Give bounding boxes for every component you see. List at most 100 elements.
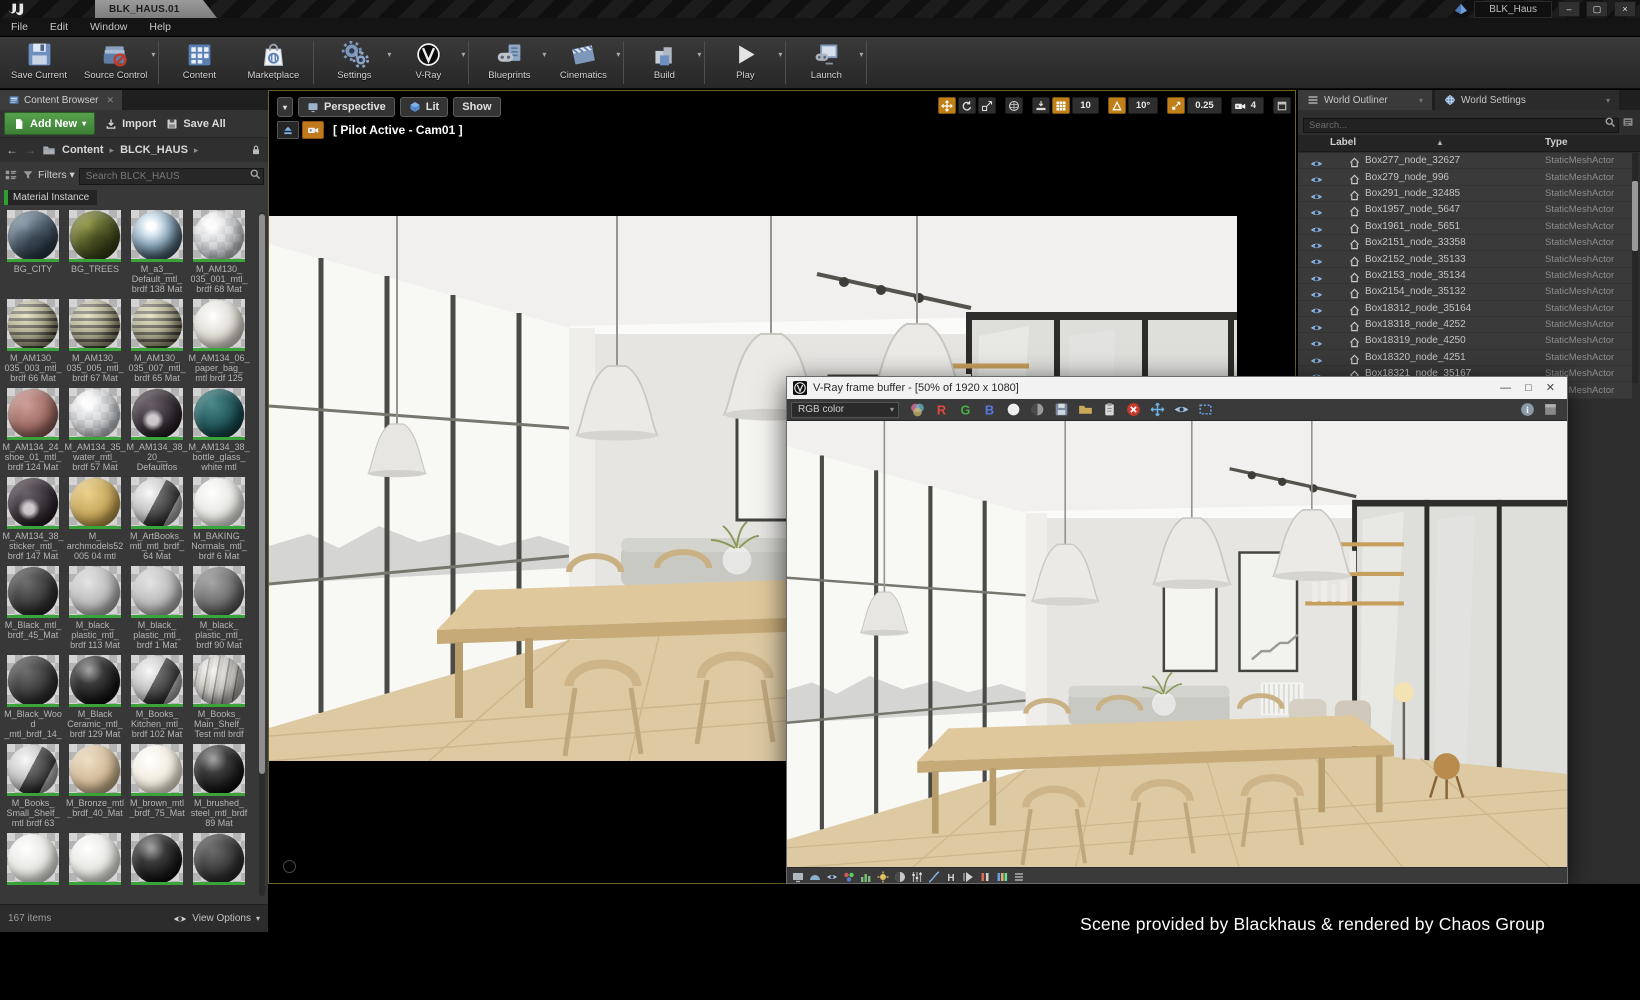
vfb-minimize-button[interactable]: — — [1500, 377, 1511, 399]
visibility-eye-icon[interactable] — [1310, 336, 1323, 346]
asset-search-input[interactable] — [79, 168, 264, 185]
outliner-row[interactable]: Box1961_node_5651StaticMeshActor — [1298, 219, 1632, 235]
visibility-eye-icon[interactable] — [1310, 320, 1323, 330]
outliner-row[interactable]: Box277_node_32627StaticMeshActor — [1298, 153, 1632, 169]
outliner-row[interactable]: Box18320_node_4251StaticMeshActor — [1298, 350, 1632, 366]
isolate-select-button[interactable] — [1173, 401, 1190, 418]
material-instance-filter-chip[interactable]: Material Instance — [4, 190, 97, 205]
palette-icon[interactable] — [843, 870, 855, 882]
material-asset-tile[interactable]: M_Bronze_mtl _brdf_40_Mat — [65, 744, 125, 833]
green-channel-button[interactable]: G — [957, 401, 974, 418]
levels-icon[interactable] — [911, 870, 923, 882]
pilot-camera-button[interactable] — [302, 121, 324, 139]
forward-arrow-icon[interactable]: → — [24, 143, 36, 157]
info-button[interactable]: i — [1519, 401, 1536, 418]
material-asset-tile[interactable]: M_ArtBooks_ mtl_mtl_brdf_ 64 Mat — [127, 477, 187, 566]
clear-image-button[interactable] — [1125, 401, 1142, 418]
level-tab[interactable]: BLK_HAUS.01 — [95, 0, 217, 18]
rotate-tool-button[interactable] — [958, 97, 976, 114]
breadcrumb-content[interactable]: Content — [62, 144, 104, 156]
material-asset-tile[interactable]: M_AM130_ 035_005_mtl_ brdf 67 Mat — [65, 299, 125, 388]
sort-ascending-icon[interactable]: ▲ — [1436, 138, 1444, 147]
material-asset-tile[interactable]: M_Books_ Small_Shelf_ mtl brdf 63 — [3, 744, 63, 833]
grid-snap-value[interactable]: 10 — [1072, 97, 1099, 114]
label-column-header[interactable]: Label — [1330, 137, 1356, 148]
breadcrumb-folder[interactable]: BLCK_HAUS — [120, 144, 188, 156]
rotation-snap-value[interactable]: 10° — [1128, 97, 1158, 114]
follow-mouse-button[interactable] — [1149, 401, 1166, 418]
toolbar-launch-button[interactable]: ▾Launch — [789, 37, 863, 88]
screen-icon[interactable] — [792, 870, 804, 882]
exposure-icon[interactable] — [877, 870, 889, 882]
outliner-row[interactable]: Box291_node_32485StaticMeshActor — [1298, 186, 1632, 202]
save-image-button[interactable] — [1053, 401, 1070, 418]
visibility-eye-icon[interactable] — [1310, 205, 1323, 215]
material-asset-tile[interactable]: M_Books_ Main_Shelf_ Test mtl brdf — [189, 655, 249, 744]
material-asset-tile[interactable]: M_AM134_38_ bottle_glass_ white mtl — [189, 388, 249, 477]
material-asset-tile[interactable]: M_BAKING_ Normals_mtl_ brdf 6 Mat — [189, 477, 249, 566]
menu-edit[interactable]: Edit — [39, 21, 79, 33]
toolbar-play-button[interactable]: ▾Play — [708, 37, 782, 88]
material-asset-tile[interactable]: M_Black_mtl_ brdf_45_Mat — [3, 566, 63, 655]
visibility-eye-icon[interactable] — [1310, 287, 1323, 297]
camera-speed-button[interactable]: 4 — [1231, 97, 1264, 114]
toolbar-marketplace-button[interactable]: Marketplace — [236, 37, 310, 88]
lock-icon[interactable] — [250, 144, 262, 156]
back-arrow-icon[interactable]: ← — [6, 143, 18, 157]
visibility-eye-icon[interactable] — [1310, 238, 1323, 248]
vfb-maximize-button[interactable]: □ — [1525, 377, 1532, 399]
translate-tool-button[interactable] — [938, 97, 956, 114]
outliner-row[interactable]: Box2152_node_35133StaticMeshActor — [1298, 251, 1632, 267]
maximize-viewport-button[interactable] — [1273, 97, 1291, 114]
outliner-options-icon[interactable] — [1622, 116, 1634, 128]
scale-snap-value[interactable]: 0.25 — [1187, 97, 1222, 114]
tab-world-settings[interactable]: World Settings ▾ — [1435, 90, 1619, 110]
stop-piloting-button[interactable] — [277, 121, 299, 139]
outliner-row[interactable]: Box279_node_996StaticMeshActor — [1298, 169, 1632, 185]
curve-icon[interactable] — [928, 870, 940, 882]
scale-tool-button[interactable] — [978, 97, 996, 114]
view-options-button[interactable]: View Options ▾ — [173, 912, 260, 926]
outliner-search-input[interactable] — [1303, 118, 1619, 133]
blue-channel-button[interactable]: B — [981, 401, 998, 418]
asset-view-icon[interactable] — [4, 168, 18, 182]
material-asset-tile[interactable]: M_ archmodels52 005 04 mtl — [65, 477, 125, 566]
monochrome-button[interactable] — [1029, 401, 1046, 418]
toolbar-v-ray-button[interactable]: ▾V-Ray — [391, 37, 465, 88]
material-asset-tile[interactable]: M_AM134_24_ shoe_01_mtl_ brdf 124 Mat — [3, 388, 63, 477]
material-asset-tile[interactable]: M_AM130_ 035_003_mtl_ brdf 66 Mat — [3, 299, 63, 388]
copy-image-button[interactable] — [1101, 401, 1118, 418]
material-asset-tile[interactable]: M_AM134_38_ sticker_mtl_ brdf 147 Mat — [3, 477, 63, 566]
surface-snap-button[interactable] — [1032, 97, 1050, 114]
region-render-button[interactable] — [1197, 401, 1214, 418]
toolbar-content-button[interactable]: Content — [162, 37, 236, 88]
dome-icon[interactable] — [809, 870, 821, 882]
material-asset-tile[interactable]: M_a3__ Default_mtl_ brdf 138 Mat — [127, 210, 187, 299]
toolbar-source-control-button[interactable]: ▾Source Control — [76, 37, 155, 88]
contrast-icon[interactable] — [894, 870, 906, 882]
outliner-row[interactable]: Box18312_node_35164StaticMeshActor — [1298, 301, 1632, 317]
minimize-button[interactable]: – — [1558, 1, 1580, 17]
material-asset-tile[interactable]: M_AM134_38_ 20__ Defaultfos — [127, 388, 187, 477]
red-channel-button[interactable]: R — [933, 401, 950, 418]
vfb-close-button[interactable]: ✕ — [1546, 377, 1555, 399]
visibility-eye-icon[interactable] — [1310, 303, 1323, 313]
toolbar-blueprints-button[interactable]: ▾Blueprints — [472, 37, 546, 88]
toolbar-build-button[interactable]: ▾Build — [627, 37, 701, 88]
eye-icon[interactable] — [826, 870, 838, 882]
open-image-button[interactable] — [1077, 401, 1094, 418]
tab-close-icon[interactable]: ✕ — [106, 95, 114, 106]
material-asset-tile[interactable]: M_brushed_ steel_mtl_brdf 89 Mat — [189, 744, 249, 833]
restore-button[interactable]: ▢ — [1586, 1, 1608, 17]
dropdown-caret-icon[interactable]: ▾ — [151, 50, 155, 59]
material-asset-tile[interactable]: M_Black Ceramic_mtl_ brdf 129 Mat — [65, 655, 125, 744]
visibility-eye-icon[interactable] — [1310, 172, 1323, 182]
outliner-row[interactable]: Box2153_node_35134StaticMeshActor — [1298, 268, 1632, 284]
close-button[interactable]: × — [1614, 1, 1636, 17]
outliner-row[interactable]: Box1957_node_5647StaticMeshActor — [1298, 202, 1632, 218]
material-asset-tile[interactable]: M_Black_Wood _mtl_brdf_14_ Mat — [3, 655, 63, 744]
save-all-button[interactable]: Save All — [166, 118, 225, 130]
world-local-toggle-button[interactable] — [1005, 97, 1023, 114]
vray-frame-buffer-window[interactable]: V-Ray frame buffer - [50% of 1920 x 1080… — [786, 376, 1568, 884]
outliner-row[interactable]: Box2154_node_35132StaticMeshActor — [1298, 284, 1632, 300]
